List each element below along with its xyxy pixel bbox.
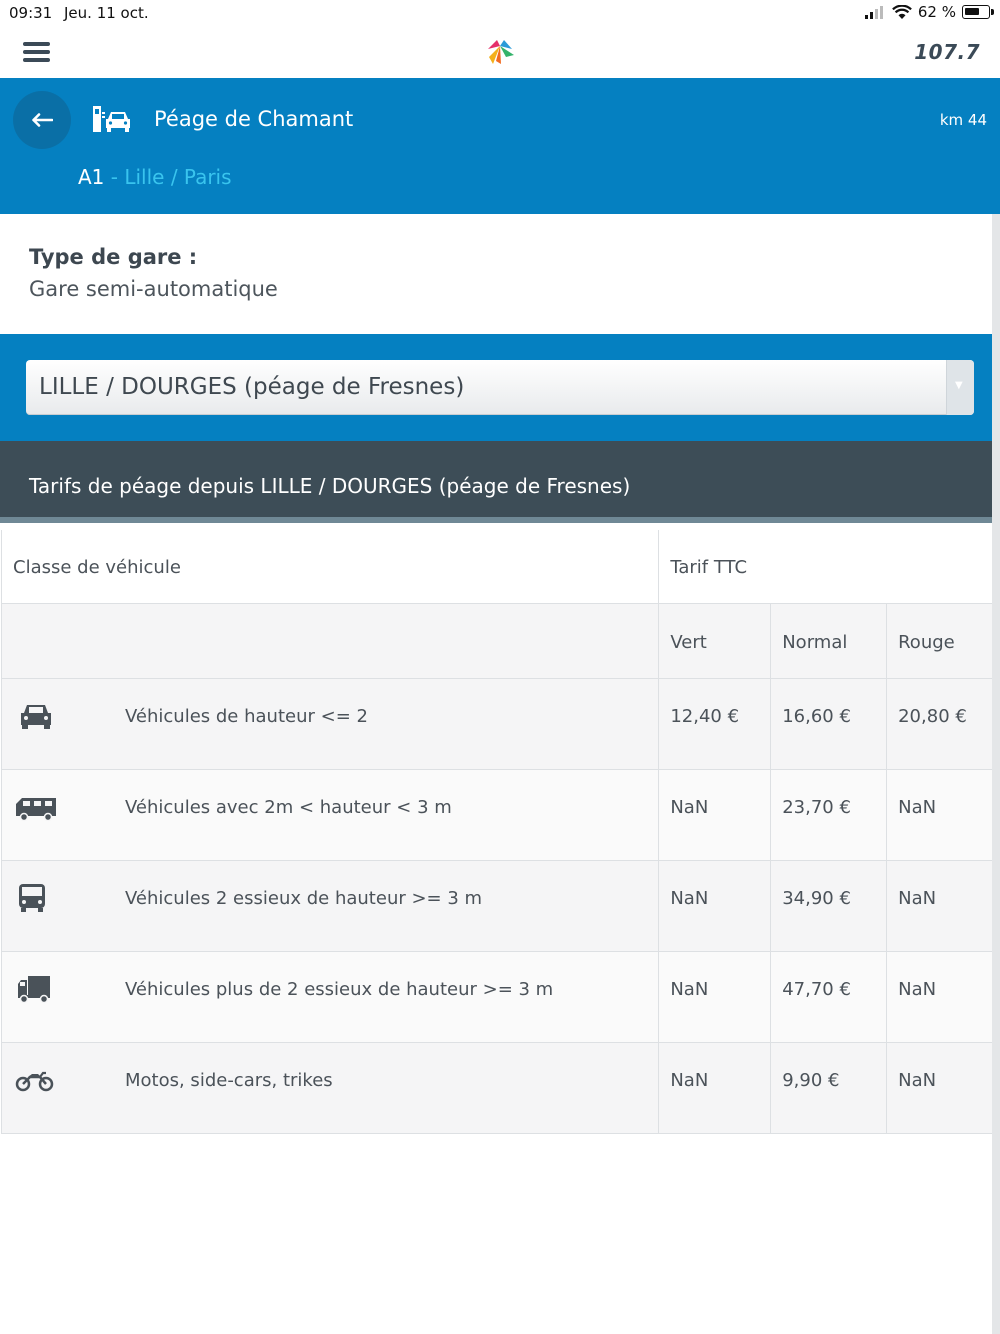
wifi-icon	[892, 4, 912, 19]
vehicle-class-cell: Véhicules avec 2m < hauteur < 3 m	[2, 770, 660, 860]
column-header-rouge: Rouge	[898, 632, 955, 653]
column-header-class: Classe de véhicule	[2, 530, 660, 603]
table-row: Véhicules avec 2m < hauteur < 3 m NaN 23…	[1, 770, 992, 861]
origin-select-value: LILLE / DOURGES (péage de Fresnes)	[39, 374, 465, 400]
car-icon	[21, 705, 51, 729]
vehicle-class-cell: Motos, side-cars, trikes	[2, 1043, 660, 1133]
price-table: Classe de véhicule Tarif TTC Vert Normal…	[1, 530, 992, 1134]
cellular-signal-icon	[864, 6, 883, 19]
battery-icon	[962, 5, 994, 19]
station-type-value: Gare semi-automatique	[29, 277, 278, 301]
status-time: 09:31	[9, 4, 53, 22]
price-normal: 23,70 €	[771, 770, 888, 860]
table-row: Véhicules 2 essieux de hauteur >= 3 m Na…	[1, 861, 992, 952]
station-type-label: Type de gare :	[29, 245, 198, 269]
scrollbar[interactable]	[992, 214, 1000, 1334]
tarifs-header: Tarifs de péage depuis LILLE / DOURGES (…	[0, 441, 992, 523]
price-normal: 9,90 €	[771, 1043, 888, 1133]
table-row: Véhicules plus de 2 essieux de hauteur >…	[1, 952, 992, 1043]
back-button[interactable]	[13, 91, 71, 149]
table-row: Véhicules de hauteur <= 2 12,40 € 16,60 …	[1, 679, 992, 770]
origin-select-band: LILLE / DOURGES (péage de Fresnes) ▼	[0, 334, 992, 441]
price-vert: NaN	[659, 770, 772, 860]
price-vert: NaN	[659, 1043, 772, 1133]
truck-icon	[18, 976, 50, 1004]
price-rouge: 20,80 €	[898, 706, 967, 727]
column-header-tarif: Tarif TTC	[670, 557, 748, 578]
app-header: 107.7	[0, 26, 1000, 78]
price-normal: 16,60 €	[771, 679, 888, 769]
price-normal: 47,70 €	[771, 952, 888, 1042]
column-header-vert: Vert	[659, 604, 772, 678]
station-type-section: Type de gare : Gare semi-automatique	[0, 214, 992, 334]
bus-icon	[19, 884, 45, 912]
price-rouge: NaN	[898, 1070, 937, 1091]
table-header-row: Classe de véhicule Tarif TTC	[1, 530, 992, 604]
price-vert: NaN	[659, 952, 772, 1042]
price-normal: 34,90 €	[771, 861, 888, 951]
route-name: - Lille / Paris	[104, 165, 232, 189]
radio-frequency-logo[interactable]: 107.7	[914, 40, 980, 64]
battery-percentage: 62 %	[917, 3, 956, 21]
km-marker: km 44	[939, 111, 987, 129]
vehicle-class-label: Véhicules avec 2m < hauteur < 3 m	[125, 797, 452, 818]
station-name: Péage de Chamant	[154, 107, 354, 131]
price-rouge: NaN	[898, 979, 937, 1000]
price-rouge: NaN	[898, 797, 937, 818]
column-header-normal: Normal	[771, 604, 888, 678]
vehicle-class-label: Motos, side-cars, trikes	[125, 1070, 333, 1091]
origin-select[interactable]: LILLE / DOURGES (péage de Fresnes) ▼	[26, 360, 974, 415]
price-vert: 12,40 €	[659, 679, 772, 769]
status-indicators: 62 %	[864, 3, 994, 21]
vehicle-class-label: Véhicules de hauteur <= 2	[125, 706, 368, 727]
route-code: A1	[78, 165, 105, 189]
status-date: Jeu. 11 oct.	[64, 4, 149, 22]
status-bar: 09:31 Jeu. 11 oct. 62 %	[0, 0, 1000, 26]
arrow-left-icon	[32, 113, 53, 127]
toll-booth-icon	[93, 106, 130, 132]
table-row: Motos, side-cars, trikes NaN 9,90 € NaN	[1, 1043, 992, 1134]
table-subheader-row: Vert Normal Rouge	[1, 604, 992, 679]
vehicle-class-label: Véhicules 2 essieux de hauteur >= 3 m	[125, 888, 483, 909]
app-logo-icon	[488, 40, 514, 64]
hamburger-menu-icon[interactable]	[23, 42, 50, 62]
vehicle-class-label: Véhicules plus de 2 essieux de hauteur >…	[125, 979, 554, 1000]
vehicle-class-cell: Véhicules de hauteur <= 2	[2, 679, 660, 769]
motorcycle-icon	[15, 1071, 54, 1092]
station-header: Péage de Chamant km 44 A1 - Lille / Pari…	[0, 78, 1000, 214]
camper-van-icon	[16, 798, 56, 822]
chevron-down-icon: ▼	[955, 380, 963, 391]
select-arrow-button[interactable]: ▼	[946, 360, 974, 415]
tarifs-title: Tarifs de péage depuis LILLE / DOURGES (…	[29, 474, 631, 498]
column-header-empty	[2, 604, 660, 678]
vehicle-class-cell: Véhicules plus de 2 essieux de hauteur >…	[2, 952, 660, 1042]
price-vert: NaN	[659, 861, 772, 951]
route-line: A1 - Lille / Paris	[78, 165, 232, 189]
price-rouge: NaN	[898, 888, 937, 909]
vehicle-class-cell: Véhicules 2 essieux de hauteur >= 3 m	[2, 861, 660, 951]
